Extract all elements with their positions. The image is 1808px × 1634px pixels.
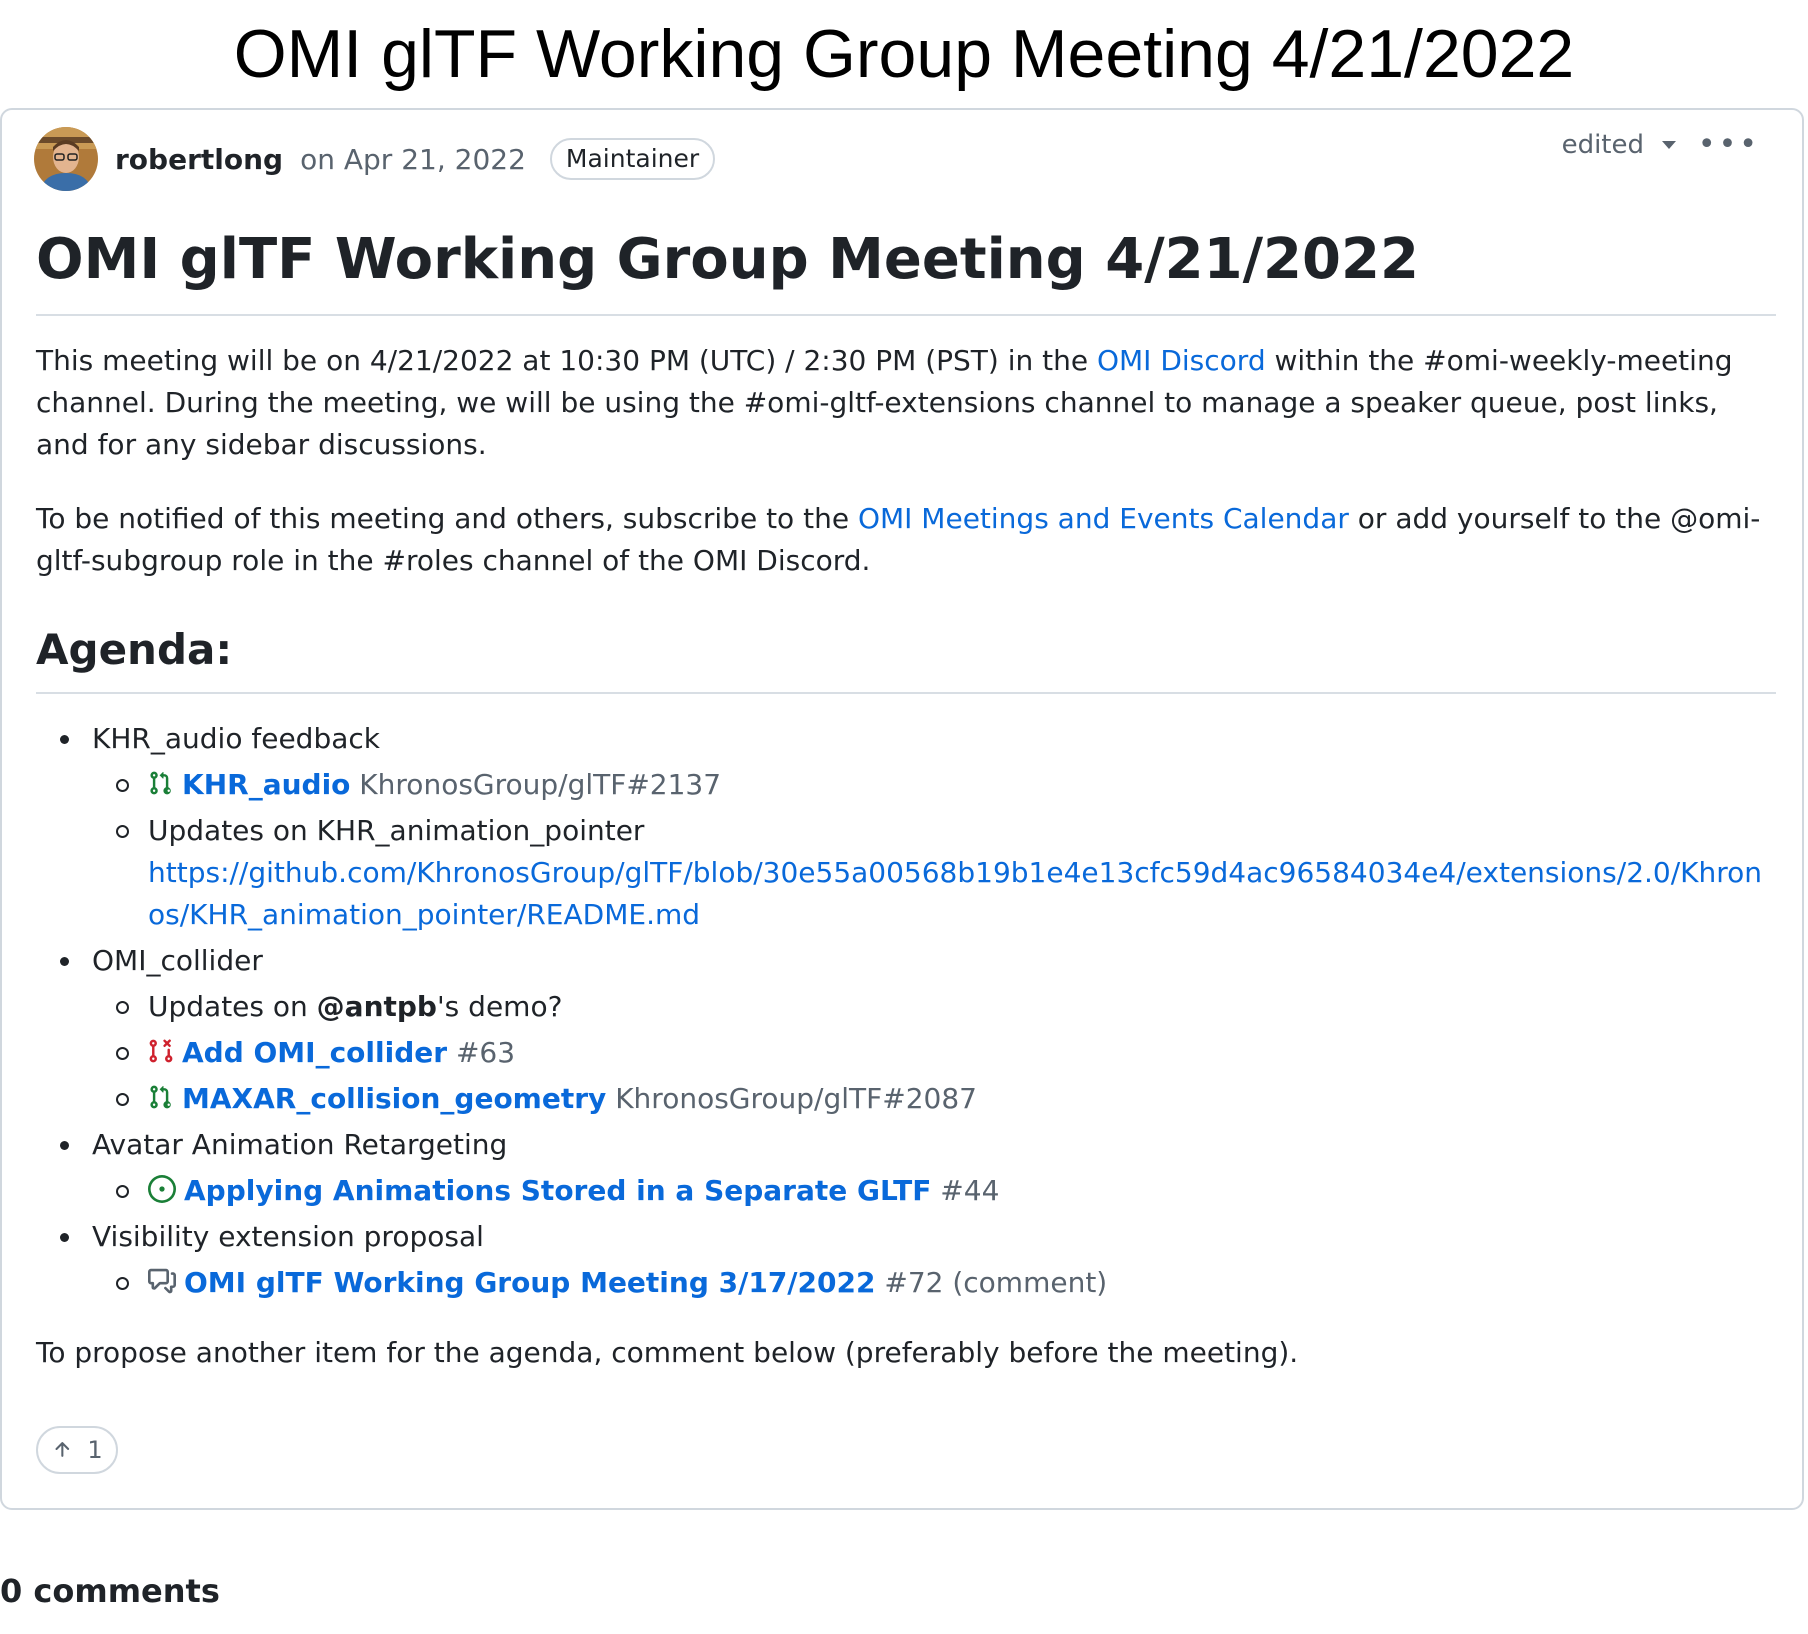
agenda-sublist: Updates on @antpb's demo? Add OMI_collid…: [92, 986, 1776, 1120]
post-header: robertlong on Apr 21, 2022 Maintainer: [34, 126, 1770, 192]
agenda-item: Visibility extension proposal OMI glTF W…: [36, 1216, 1776, 1304]
pull-request-icon: [150, 1085, 171, 1109]
post-date[interactable]: on Apr 21, 2022: [300, 143, 526, 176]
agenda-item: KHR_audio feedback KHR_audio KhronosGrou…: [36, 718, 1776, 936]
closing-paragraph: To propose another item for the agenda, …: [36, 1336, 1299, 1369]
kebab-menu-icon[interactable]: •••: [1698, 130, 1760, 160]
issue-open-icon: [148, 1175, 176, 1203]
intro-text: This meeting will be on 4/21/2022 at 10:…: [36, 344, 1097, 377]
user-mention[interactable]: @antpb: [317, 990, 437, 1023]
agenda-item-label: Avatar Animation Retargeting: [92, 1128, 508, 1161]
agenda-subitem: Add OMI_collider #63: [92, 1032, 1776, 1074]
page-title: OMI glTF Working Group Meeting 4/21/2022: [233, 16, 1575, 92]
agenda-subitem: Updates on KHR_animation_pointer https:/…: [92, 810, 1776, 936]
agenda-heading: Agenda:: [36, 620, 1776, 694]
notify-paragraph: To be notified of this meeting and other…: [36, 498, 1776, 582]
post-body: OMI glTF Working Group Meeting 4/21/2022…: [36, 220, 1776, 1374]
issue-ref[interactable]: #72 (comment): [875, 1266, 1107, 1299]
issue-ref: #44: [931, 1174, 1000, 1207]
agenda-subitem: Updates on @antpb's demo?: [92, 986, 1776, 1028]
agenda-sublist: KHR_audio KhronosGroup/glTF#2137 Updates…: [92, 764, 1776, 936]
discussion-icon: [148, 1268, 176, 1294]
agenda-item: Avatar Animation Retargeting Applying An…: [36, 1124, 1776, 1212]
issue-ref: KhronosGroup/glTF#2087: [606, 1082, 977, 1115]
agenda-subitem: OMI glTF Working Group Meeting 3/17/2022…: [92, 1262, 1776, 1304]
agenda-sublist: OMI glTF Working Group Meeting 3/17/2022…: [92, 1262, 1776, 1304]
previous-meeting-link[interactable]: OMI glTF Working Group Meeting 3/17/2022: [184, 1266, 875, 1299]
agenda-list: KHR_audio feedback KHR_audio KhronosGrou…: [36, 718, 1776, 1304]
notify-text: To be notified of this meeting and other…: [36, 502, 858, 535]
omi-discord-link[interactable]: OMI Discord: [1097, 344, 1266, 377]
issue-ref: KhronosGroup/glTF#2137: [350, 768, 722, 801]
agenda-subitem-label: Updates on: [148, 990, 317, 1023]
agenda-subitem-label-cont: 's demo?: [436, 990, 563, 1023]
comments-count: 0 comments: [0, 1572, 220, 1610]
chevron-down-icon: [1662, 141, 1676, 149]
issue-ref: #63: [447, 1036, 516, 1069]
agenda-subitem: KHR_audio KhronosGroup/glTF#2137: [92, 764, 1776, 806]
arrow-up-icon: [55, 1442, 70, 1457]
maintainer-badge: Maintainer: [549, 138, 716, 180]
author-name[interactable]: robertlong: [115, 143, 283, 176]
applying-animations-link[interactable]: Applying Animations Stored in a Separate…: [184, 1174, 931, 1207]
intro-paragraph: This meeting will be on 4/21/2022 at 10:…: [36, 340, 1776, 466]
add-omi-collider-link[interactable]: Add OMI_collider: [182, 1036, 447, 1069]
agenda-item-label: OMI_collider: [92, 944, 263, 977]
upvote-button[interactable]: 1: [36, 1426, 118, 1474]
agenda-subitem: MAXAR_collision_geometry KhronosGroup/gl…: [92, 1078, 1776, 1120]
edited-dropdown[interactable]: edited: [1562, 130, 1676, 160]
avatar[interactable]: [34, 127, 98, 191]
agenda-subitem: Applying Animations Stored in a Separate…: [92, 1170, 1776, 1212]
agenda-sublist: Applying Animations Stored in a Separate…: [92, 1170, 1776, 1212]
calendar-link[interactable]: OMI Meetings and Events Calendar: [858, 502, 1349, 535]
edited-label: edited: [1561, 130, 1644, 160]
khr-audio-link[interactable]: KHR_audio: [182, 768, 350, 801]
animation-pointer-url[interactable]: https://github.com/KhronosGroup/glTF/blo…: [148, 856, 1762, 931]
post-heading: OMI glTF Working Group Meeting 4/21/2022: [36, 220, 1776, 316]
pull-request-closed-icon: [149, 1039, 173, 1063]
upvote-count: 1: [87, 1436, 103, 1464]
agenda-item-label: Visibility extension proposal: [92, 1220, 484, 1253]
discussion-post: robertlong on Apr 21, 2022 Maintainer ed…: [0, 108, 1804, 1510]
agenda-item: OMI_collider Updates on @antpb's demo? A…: [36, 940, 1776, 1120]
agenda-item-label: KHR_audio feedback: [92, 722, 380, 755]
pull-request-icon: [150, 771, 171, 795]
maxar-collision-geometry-link[interactable]: MAXAR_collision_geometry: [182, 1082, 606, 1115]
agenda-subitem-label: Updates on KHR_animation_pointer: [148, 814, 645, 847]
